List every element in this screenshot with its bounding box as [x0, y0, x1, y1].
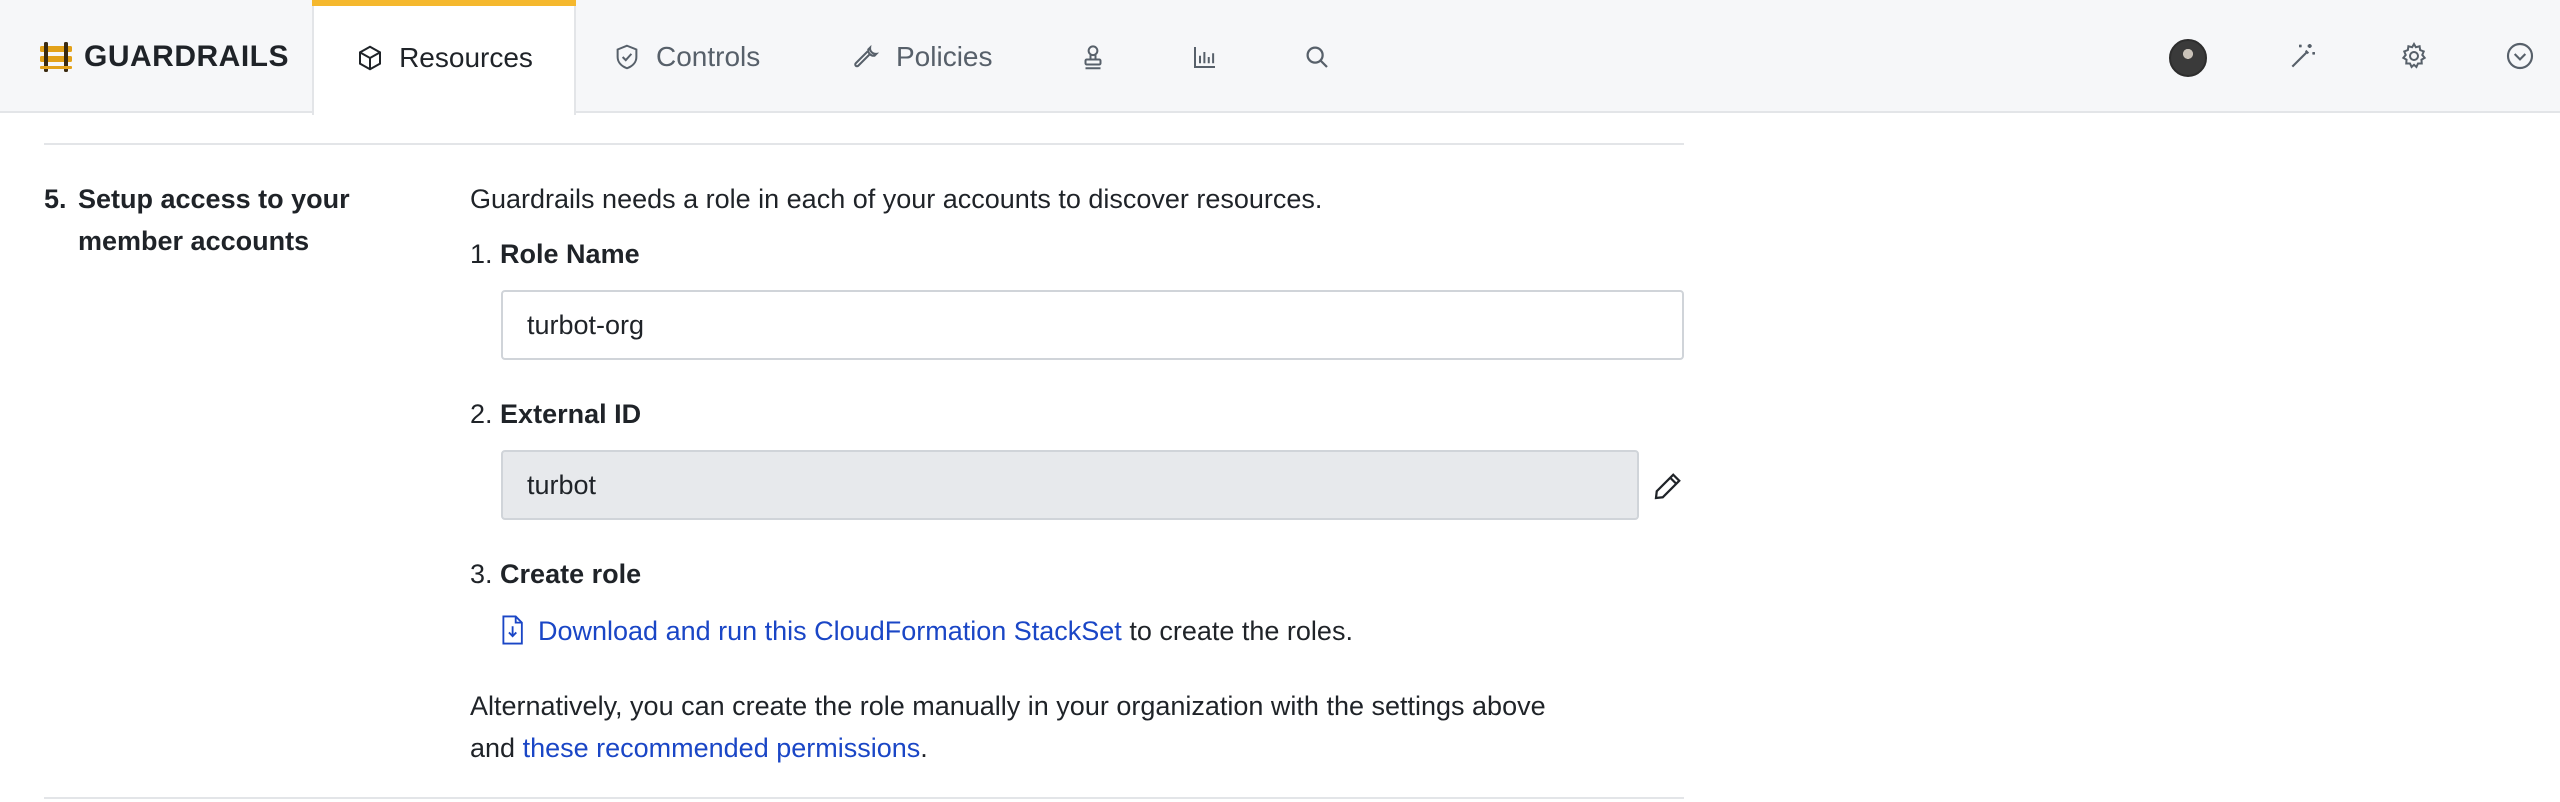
- external-id-number: 2.: [470, 399, 493, 429]
- create-role-heading: 3. Create role: [470, 553, 641, 595]
- wrench-icon: [854, 44, 880, 67]
- alternative-line1: Alternatively, you can create the role m…: [470, 691, 1546, 721]
- account-menu-button[interactable]: [2502, 38, 2538, 74]
- alternative-line2-prefix: and: [470, 733, 516, 763]
- magic-wand-button[interactable]: [2285, 38, 2321, 74]
- stamp-icon: [1084, 44, 1102, 69]
- tab-resources-label: Resources: [399, 41, 533, 73]
- role-name-number: 1.: [470, 239, 493, 269]
- pencil-icon[interactable]: [1650, 468, 1686, 504]
- role-name-field[interactable]: turbot-org: [501, 290, 1684, 360]
- top-navigation: GUARDRAILS Resources Controls Policies: [0, 0, 2560, 115]
- external-id-value: turbot: [527, 470, 597, 500]
- step-title: 5. Setup access to your member accounts: [44, 178, 424, 262]
- create-role-instruction: Download and run this CloudFormation Sta…: [538, 610, 1353, 652]
- tab-policies-label: Policies: [896, 40, 993, 72]
- settings-button[interactable]: [2396, 38, 2432, 74]
- tab-reports[interactable]: [1078, 0, 1108, 113]
- step-number: 5.: [44, 184, 67, 214]
- external-id-field[interactable]: turbot: [501, 450, 1639, 520]
- section-divider-top: [44, 143, 1684, 145]
- step-intro: Guardrails needs a role in each of your …: [470, 184, 1323, 214]
- shield-check-icon: [616, 44, 638, 69]
- avatar[interactable]: [2169, 39, 2207, 77]
- step-title-line2: member accounts: [78, 226, 310, 256]
- cube-icon: [359, 45, 382, 70]
- brand-name: GUARDRAILS: [84, 40, 289, 73]
- tab-charts[interactable]: [1190, 0, 1220, 113]
- external-id-heading: 2. External ID: [470, 393, 641, 435]
- role-name-label: Role Name: [500, 239, 640, 269]
- download-stackset-link[interactable]: Download and run this CloudFormation Sta…: [538, 616, 1122, 646]
- role-name-heading: 1. Role Name: [470, 233, 640, 275]
- tab-search[interactable]: [1302, 0, 1332, 113]
- tab-policies[interactable]: Policies: [852, 0, 992, 113]
- magic-wand-icon: [2291, 44, 2315, 68]
- alternative-text: Alternatively, you can create the role m…: [470, 685, 1690, 769]
- tab-resources[interactable]: Resources: [312, 0, 576, 115]
- tab-controls[interactable]: Controls: [612, 0, 760, 113]
- create-role-suffix: to create the roles.: [1129, 616, 1353, 646]
- gear-icon: [2401, 42, 2427, 69]
- tab-controls-label: Controls: [656, 40, 761, 72]
- external-id-label: External ID: [500, 399, 642, 429]
- section-divider-bottom: [44, 797, 1684, 799]
- recommended-permissions-link[interactable]: these recommended permissions: [523, 733, 921, 763]
- guardrails-logo-icon: [40, 42, 72, 72]
- guardrails-logo[interactable]: GUARDRAILS: [36, 36, 289, 78]
- bar-chart-icon: [1194, 46, 1215, 68]
- alternative-line2-suffix: .: [920, 733, 928, 763]
- create-role-number: 3.: [470, 559, 493, 589]
- search-icon: [1306, 46, 1328, 68]
- step-title-line1: Setup access to your: [78, 184, 350, 214]
- role-name-value: turbot-org: [527, 310, 645, 340]
- chevron-down-circle-icon: [2506, 42, 2534, 70]
- file-download-icon: [502, 615, 523, 645]
- create-role-label: Create role: [500, 559, 642, 589]
